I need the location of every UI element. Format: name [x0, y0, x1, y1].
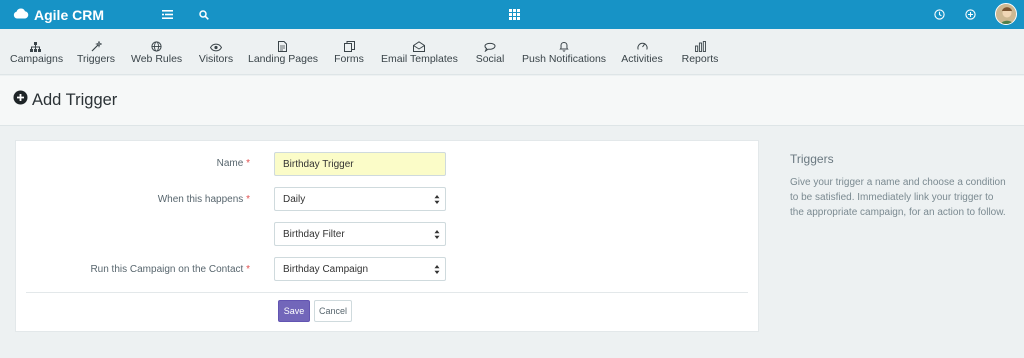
nav-item-campaigns[interactable]: Campaigns — [10, 29, 64, 75]
nav-label: Email Templates — [381, 53, 458, 65]
grid-icon[interactable] — [507, 0, 521, 29]
nav-label: Web Rules — [131, 53, 183, 65]
when-label: When this happens * — [158, 194, 250, 205]
brand-name: Agile CRM — [34, 6, 104, 23]
avatar[interactable] — [995, 3, 1017, 25]
clock-icon[interactable] — [932, 0, 946, 29]
when-label-text: When this happens — [157, 194, 244, 205]
search-icon[interactable] — [197, 0, 211, 29]
help-title: Triggers — [790, 152, 834, 166]
condition-select-value: Daily — [283, 193, 306, 205]
campaign-select[interactable]: Birthday Campaign — [274, 257, 446, 281]
select-arrows-icon — [434, 229, 440, 240]
nav-item-social[interactable]: Social — [473, 29, 507, 75]
filter-select[interactable]: Birthday Filter — [274, 222, 446, 246]
trigger-form: Name * Birthday Trigger When this happen… — [15, 140, 759, 332]
name-label-text: Name — [216, 158, 244, 169]
add-circle-icon[interactable] — [963, 0, 977, 29]
nav-item-forms[interactable]: Forms — [331, 29, 367, 75]
nav-label: Triggers — [76, 53, 116, 65]
nav-label: Landing Pages — [248, 53, 319, 65]
brand[interactable]: Agile CRM — [13, 0, 104, 29]
cloud-icon — [13, 6, 29, 24]
campaign-label: Run this Campaign on the Contact * — [90, 264, 250, 275]
menu-icon[interactable] — [160, 0, 174, 29]
file-icon — [248, 29, 316, 52]
nav-item-push-notifications[interactable]: Push Notifications — [522, 29, 606, 75]
nav-item-email-templates[interactable]: Email Templates — [381, 29, 458, 75]
name-label: Name * — [217, 158, 250, 169]
forms-icon — [331, 29, 367, 52]
bell-icon — [522, 29, 606, 52]
main-nav: Campaigns Triggers Web Rules Visitors La… — [0, 29, 1024, 75]
save-button[interactable]: Save — [278, 300, 310, 322]
condition-select[interactable]: Daily — [274, 187, 446, 211]
campaign-label-text: Run this Campaign on the Contact — [90, 264, 244, 275]
nav-item-landing-pages[interactable]: Landing Pages — [248, 29, 319, 75]
page-title-text: Add Trigger — [32, 90, 118, 109]
page-title: Add Trigger — [13, 90, 117, 110]
select-arrows-icon — [434, 264, 440, 275]
nav-label: Forms — [334, 53, 364, 65]
sitemap-icon — [10, 29, 60, 52]
envelope-icon — [381, 29, 457, 52]
nav-label: Visitors — [198, 53, 234, 65]
nav-item-visitors[interactable]: Visitors — [196, 29, 236, 75]
bar-chart-icon — [680, 29, 720, 52]
chat-icon — [473, 29, 507, 53]
required-mark: * — [246, 264, 250, 275]
eye-icon — [196, 29, 236, 52]
required-mark: * — [246, 158, 250, 169]
nav-label: Reports — [681, 53, 719, 65]
top-bar: Agile CRM — [0, 0, 1024, 29]
help-text: Give your trigger a name and choose a co… — [790, 177, 1006, 218]
cancel-button[interactable]: Cancel — [314, 300, 352, 322]
nav-item-activities[interactable]: Activities — [620, 29, 664, 75]
nav-label: Activities — [621, 53, 663, 65]
form-divider — [26, 292, 748, 293]
nav-item-reports[interactable]: Reports — [680, 29, 720, 75]
campaign-select-value: Birthday Campaign — [283, 263, 369, 275]
nav-label: Campaigns — [10, 53, 64, 65]
name-input[interactable]: Birthday Trigger — [274, 152, 446, 176]
globe-icon — [131, 29, 181, 52]
nav-label: Social — [475, 53, 505, 65]
nav-label: Push Notifications — [522, 53, 607, 65]
page-header: Add Trigger — [0, 76, 1024, 126]
wand-icon — [76, 29, 116, 52]
required-mark: * — [246, 194, 250, 205]
filter-select-value: Birthday Filter — [283, 228, 345, 240]
nav-item-triggers[interactable]: Triggers — [76, 29, 116, 75]
help-panel: Triggers Give your trigger a name and ch… — [790, 152, 1010, 220]
plus-circle-icon — [13, 90, 28, 110]
gauge-icon — [620, 29, 664, 51]
select-arrows-icon — [434, 194, 440, 205]
nav-item-web-rules[interactable]: Web Rules — [131, 29, 183, 75]
